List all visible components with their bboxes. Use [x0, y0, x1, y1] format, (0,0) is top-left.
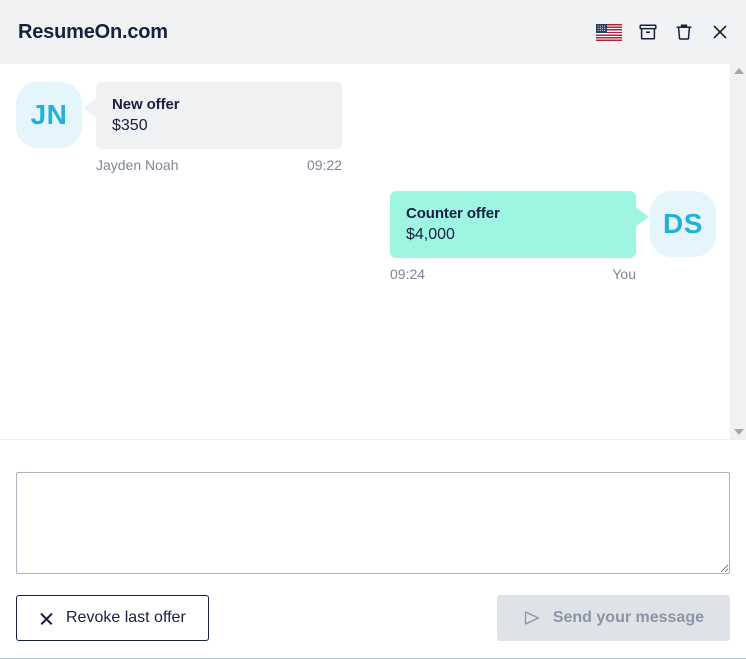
send-icon: [523, 609, 541, 627]
header-actions: [596, 22, 730, 42]
page-title: ResumeOn.com: [18, 20, 168, 43]
message-time: 09:24: [390, 266, 426, 282]
avatar: JN: [16, 82, 82, 148]
offer-amount: $4,000: [406, 226, 455, 243]
message-body: Counter offer $4,000 09:24 You: [390, 191, 650, 282]
message-row-incoming: JN New offer $350 Jayden Noah 09:22: [16, 82, 716, 173]
chat-panel: JN New offer $350 Jayden Noah 09:22 Coun…: [0, 64, 746, 440]
bubble-shell: New offer $350: [82, 82, 342, 149]
bubble-shell: Counter offer $4,000: [390, 191, 650, 258]
message-sender: You: [612, 266, 636, 282]
archive-icon[interactable]: [638, 22, 658, 42]
message-row-outgoing: Counter offer $4,000 09:24 You DS: [16, 191, 716, 282]
close-icon: [39, 611, 54, 626]
flag-canton: [596, 23, 607, 33]
offer-title: New offer: [112, 96, 180, 113]
flag-us-icon[interactable]: [596, 23, 622, 41]
revoke-button-label: Revoke last offer: [66, 609, 186, 626]
offer-amount: $350: [112, 117, 148, 134]
message-meta: 09:24 You: [390, 266, 636, 282]
message-input[interactable]: [16, 472, 730, 574]
message-bubble[interactable]: New offer $350: [83, 82, 342, 149]
trash-icon[interactable]: [674, 22, 694, 42]
close-icon[interactable]: [710, 22, 730, 42]
message-meta: Jayden Noah 09:22: [96, 157, 342, 173]
scroll-up-arrow-icon[interactable]: [733, 68, 744, 74]
compose-area: [0, 440, 746, 574]
send-button-label: Send your message: [552, 609, 704, 626]
scroll-down-arrow-icon[interactable]: [733, 429, 744, 435]
app-header: ResumeOn.com: [0, 0, 746, 64]
revoke-last-offer-button[interactable]: Revoke last offer: [16, 595, 209, 641]
send-message-button[interactable]: Send your message: [496, 595, 730, 641]
message-bubble[interactable]: Counter offer $4,000: [390, 191, 649, 258]
message-sender: Jayden Noah: [96, 157, 179, 173]
message-time: 09:22: [306, 157, 342, 173]
offer-title: Counter offer: [406, 205, 500, 222]
message-list: JN New offer $350 Jayden Noah 09:22 Coun…: [0, 64, 730, 439]
flag-us-graphic: [596, 23, 622, 41]
chat-scrollbar[interactable]: [730, 64, 746, 439]
message-body: New offer $350 Jayden Noah 09:22: [82, 82, 342, 173]
action-bar: Revoke last offer Send your message: [0, 574, 746, 641]
avatar: DS: [650, 191, 716, 257]
